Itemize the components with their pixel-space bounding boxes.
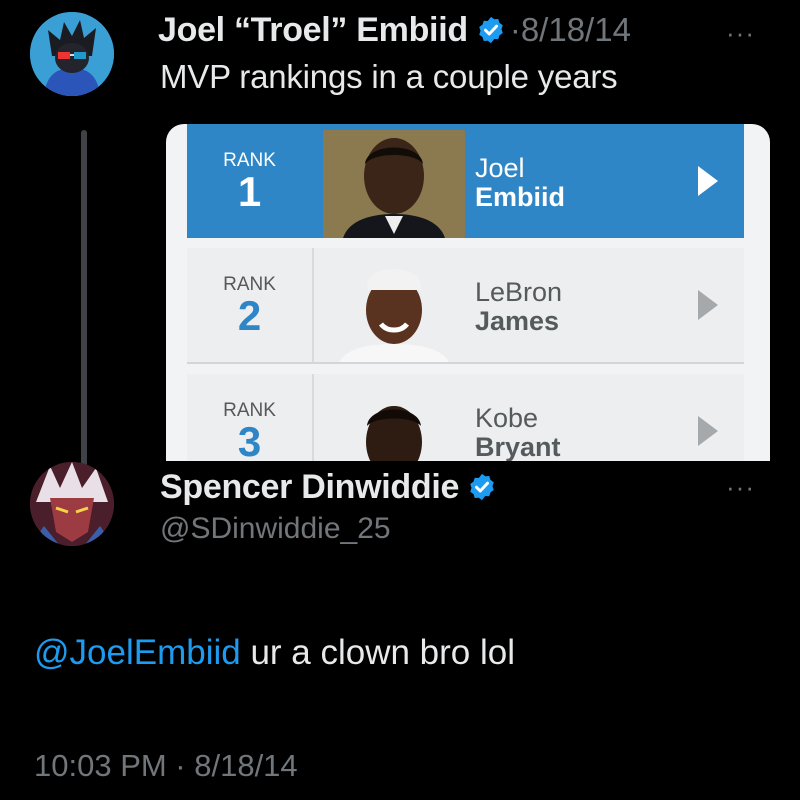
verified-badge-icon bbox=[479, 16, 503, 44]
anime-avatar-icon bbox=[30, 462, 114, 546]
ranking-row: RANK 3 Kobe Bryant bbox=[187, 374, 744, 461]
rank-number: 3 bbox=[237, 418, 262, 461]
player-photo bbox=[323, 130, 465, 238]
reply-timestamp[interactable]: 10:03 PM · 8/18/14 bbox=[34, 748, 298, 784]
mention-link[interactable]: @JoelEmbiid bbox=[34, 633, 241, 672]
rank-number: 2 bbox=[237, 292, 262, 339]
rank-number: 1 bbox=[237, 168, 262, 215]
ranking-row: RANK 1 Joel Embiid bbox=[187, 124, 744, 238]
player-photo bbox=[323, 254, 465, 362]
tweet-media-image[interactable]: RANK 1 Joel Embiid RANK 2 LeBron James R… bbox=[166, 124, 770, 461]
author-avatar[interactable] bbox=[30, 12, 114, 96]
ranking-row: RANK 2 LeBron James bbox=[187, 248, 744, 364]
reply-author-handle[interactable]: @SDinwiddie_25 bbox=[160, 512, 391, 546]
rank-box: RANK 3 bbox=[187, 374, 314, 461]
verified-badge-icon bbox=[470, 473, 494, 501]
thread-connector-line bbox=[81, 130, 87, 470]
reply-author-name[interactable]: Spencer Dinwiddie bbox=[160, 468, 459, 507]
tweet1-header: Joel “Troel” Embiid ·8/18/14 bbox=[158, 8, 631, 52]
tweet-date[interactable]: ·8/18/14 bbox=[510, 11, 631, 49]
tweet-text: MVP rankings in a couple years bbox=[160, 58, 618, 95]
player-name: Kobe Bryant bbox=[475, 403, 561, 462]
cartoon-avatar-icon bbox=[30, 12, 114, 96]
more-options-icon[interactable]: ··· bbox=[726, 18, 755, 49]
player-name: Joel Embiid bbox=[475, 153, 566, 212]
chevron-right-icon bbox=[698, 166, 718, 196]
rank-box: RANK 1 bbox=[187, 124, 312, 238]
reply-body: ur a clown bro lol bbox=[240, 633, 516, 672]
player-name: LeBron James bbox=[475, 277, 563, 336]
reply-author-avatar[interactable] bbox=[30, 462, 114, 546]
chevron-right-icon bbox=[698, 416, 718, 446]
author-name[interactable]: Joel “Troel” Embiid bbox=[158, 11, 468, 50]
more-options-icon[interactable]: ··· bbox=[726, 472, 755, 503]
rank-box: RANK 2 bbox=[187, 248, 314, 362]
reply-text: @JoelEmbiid ur a clown bro lol bbox=[34, 633, 515, 673]
reply-header: Spencer Dinwiddie bbox=[160, 462, 497, 512]
player-photo bbox=[323, 380, 465, 461]
chevron-right-icon bbox=[698, 290, 718, 320]
